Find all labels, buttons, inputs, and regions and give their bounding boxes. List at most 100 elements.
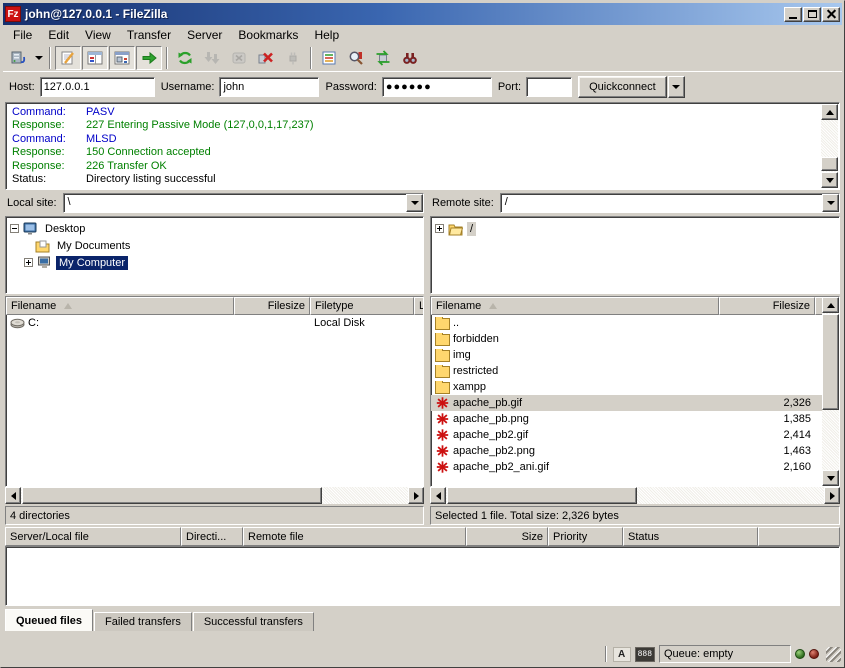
toggle-queue-button[interactable] bbox=[136, 46, 162, 70]
column-header-filesize[interactable]: Filesize bbox=[719, 297, 815, 315]
minimize-button[interactable] bbox=[784, 7, 802, 22]
menu-view[interactable]: View bbox=[77, 26, 119, 44]
collapse-icon[interactable] bbox=[10, 224, 19, 233]
column-header-size[interactable]: Size bbox=[466, 527, 548, 546]
local-site-row: Local site: \ bbox=[5, 192, 424, 214]
tab-failed-transfers[interactable]: Failed transfers bbox=[94, 612, 192, 631]
column-header-filename[interactable]: Filename bbox=[6, 297, 234, 315]
menu-edit[interactable]: Edit bbox=[40, 26, 77, 44]
remote-file-row[interactable]: apache_pb2_ani.gif 2,160 bbox=[431, 459, 822, 475]
log-line: Response:150 Connection accepted bbox=[12, 146, 817, 159]
scroll-left-button[interactable] bbox=[5, 487, 21, 504]
scroll-down-button[interactable] bbox=[821, 172, 838, 188]
tree-item-my-documents[interactable]: My Documents bbox=[35, 237, 421, 254]
column-header-status[interactable]: Status bbox=[623, 527, 758, 546]
site-manager-button[interactable] bbox=[5, 46, 31, 70]
tab-queued-files[interactable]: Queued files bbox=[5, 609, 93, 631]
scrollbar-thumb[interactable] bbox=[821, 157, 838, 171]
username-label: Username: bbox=[161, 81, 215, 93]
tree-item-my-computer[interactable]: My Computer bbox=[24, 254, 421, 271]
tree-item-label: My Computer bbox=[56, 256, 128, 270]
remote-folder-row[interactable]: xampp bbox=[431, 379, 822, 395]
column-header-direction[interactable]: Directi... bbox=[181, 527, 243, 546]
site-manager-dropdown-button[interactable] bbox=[32, 46, 45, 70]
column-header-remote-file[interactable]: Remote file bbox=[243, 527, 466, 546]
quickconnect-dropdown-button[interactable] bbox=[668, 76, 685, 98]
dropdown-arrow-icon bbox=[411, 201, 419, 205]
username-input[interactable] bbox=[219, 77, 319, 97]
remote-site-dropdown-button[interactable] bbox=[822, 194, 839, 212]
scroll-right-button[interactable] bbox=[824, 487, 840, 504]
speed-limits-icon[interactable]: 888 bbox=[635, 647, 655, 662]
tree-item-label: My Documents bbox=[54, 239, 133, 253]
menu-help[interactable]: Help bbox=[306, 26, 347, 44]
maximize-button[interactable] bbox=[803, 7, 821, 22]
local-file-row[interactable]: C: Local Disk bbox=[6, 315, 423, 331]
column-header-last-modified[interactable]: L bbox=[414, 297, 424, 315]
process-queue-button[interactable] bbox=[199, 46, 225, 70]
expand-icon[interactable] bbox=[24, 258, 33, 267]
resize-grip-icon[interactable] bbox=[826, 647, 841, 662]
expand-icon[interactable] bbox=[435, 224, 444, 233]
local-horizontal-scrollbar[interactable] bbox=[5, 487, 424, 504]
title-bar[interactable]: Fz john@127.0.0.1 - FileZilla bbox=[3, 3, 842, 25]
remote-status-bar: Selected 1 file. Total size: 2,326 bytes bbox=[430, 506, 840, 525]
remote-folder-row[interactable]: .. bbox=[431, 315, 822, 331]
column-header-server-local-file[interactable]: Server/Local file bbox=[5, 527, 181, 546]
password-input[interactable] bbox=[382, 77, 492, 97]
tree-item-root[interactable]: / bbox=[435, 220, 837, 237]
scroll-left-button[interactable] bbox=[430, 487, 446, 504]
transfer-type-icon[interactable]: A bbox=[613, 647, 631, 662]
tree-item-desktop[interactable]: Desktop bbox=[10, 220, 421, 237]
scroll-up-button[interactable] bbox=[821, 104, 838, 120]
menu-transfer[interactable]: Transfer bbox=[119, 26, 179, 44]
arrow-up-icon bbox=[826, 110, 834, 115]
file-name: apache_pb2_ani.gif bbox=[453, 461, 549, 473]
remote-folder-row[interactable]: restricted bbox=[431, 363, 822, 379]
menu-file[interactable]: File bbox=[5, 26, 40, 44]
toggle-message-log-button[interactable] bbox=[55, 46, 81, 70]
remote-file-row-selected[interactable]: apache_pb.gif 2,326 bbox=[431, 395, 822, 411]
close-button[interactable] bbox=[822, 7, 840, 22]
column-header-filetype[interactable]: Filetype bbox=[310, 297, 414, 315]
local-site-dropdown-button[interactable] bbox=[406, 194, 423, 212]
toggle-local-tree-button[interactable] bbox=[82, 46, 108, 70]
remote-file-row[interactable]: apache_pb.png 1,385 bbox=[431, 411, 822, 427]
synchronized-browsing-button[interactable] bbox=[370, 46, 396, 70]
log-vertical-scrollbar[interactable] bbox=[821, 104, 838, 188]
scrollbar-thumb[interactable] bbox=[822, 314, 839, 410]
menu-bookmarks[interactable]: Bookmarks bbox=[230, 26, 306, 44]
remote-folder-row[interactable]: forbidden bbox=[431, 331, 822, 347]
queue-body[interactable] bbox=[5, 546, 840, 606]
compare-directories-icon bbox=[348, 50, 364, 66]
scroll-up-button[interactable] bbox=[822, 297, 839, 313]
filter-button[interactable] bbox=[316, 46, 342, 70]
reconnect-button[interactable] bbox=[280, 46, 306, 70]
scroll-down-button[interactable] bbox=[822, 470, 839, 486]
scrollbar-thumb[interactable] bbox=[22, 487, 322, 504]
scrollbar-thumb[interactable] bbox=[447, 487, 637, 504]
remote-file-row[interactable]: apache_pb2.gif 2,414 bbox=[431, 427, 822, 443]
column-header-filesize[interactable]: Filesize bbox=[234, 297, 310, 315]
message-log: Command:PASV Response:227 Entering Passi… bbox=[5, 102, 840, 190]
scroll-right-button[interactable] bbox=[408, 487, 424, 504]
cancel-button[interactable] bbox=[226, 46, 252, 70]
quickconnect-button[interactable]: Quickconnect bbox=[578, 76, 667, 98]
local-site-combobox[interactable]: \ bbox=[63, 193, 424, 213]
remote-folder-row[interactable]: img bbox=[431, 347, 822, 363]
remote-horizontal-scrollbar[interactable] bbox=[430, 487, 840, 504]
find-files-button[interactable] bbox=[397, 46, 423, 70]
tab-successful-transfers[interactable]: Successful transfers bbox=[193, 612, 314, 631]
column-header-priority[interactable]: Priority bbox=[548, 527, 623, 546]
column-header-filename[interactable]: Filename bbox=[431, 297, 719, 315]
remote-vertical-scrollbar[interactable] bbox=[822, 297, 839, 486]
host-input[interactable] bbox=[40, 77, 155, 97]
disconnect-button[interactable] bbox=[253, 46, 279, 70]
remote-site-combobox[interactable]: / bbox=[500, 193, 840, 213]
menu-server[interactable]: Server bbox=[179, 26, 230, 44]
port-input[interactable] bbox=[526, 77, 572, 97]
refresh-button[interactable] bbox=[172, 46, 198, 70]
compare-directories-button[interactable] bbox=[343, 46, 369, 70]
remote-file-row[interactable]: apache_pb2.png 1,463 bbox=[431, 443, 822, 459]
toggle-remote-tree-button[interactable] bbox=[109, 46, 135, 70]
